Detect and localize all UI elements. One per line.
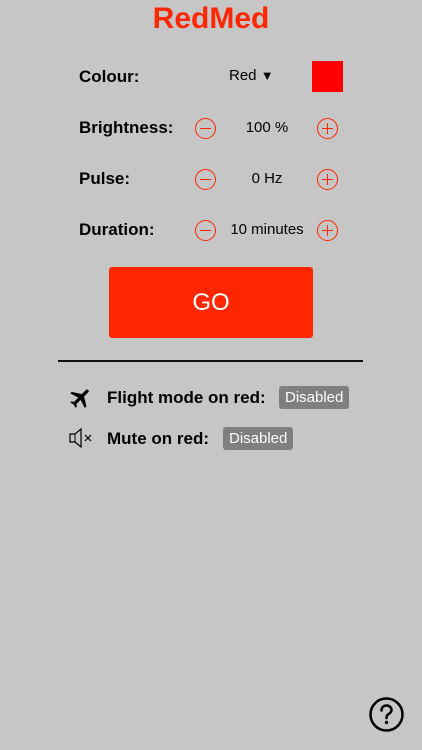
minus-icon <box>200 179 211 181</box>
colour-label: Colour: <box>79 67 140 86</box>
pulse-value: 0 Hz <box>251 170 283 187</box>
flight-mode-status-badge[interactable]: Disabled <box>279 386 350 409</box>
airplane-icon <box>68 385 94 416</box>
question-circle-icon <box>369 697 404 732</box>
colour-swatch <box>312 61 343 92</box>
dropdown-arrow-icon: ▼ <box>260 68 274 83</box>
go-button[interactable]: GO <box>109 267 313 338</box>
flight-mode-label: Flight mode on red: <box>107 388 266 407</box>
mute-label: Mute on red: <box>107 429 209 448</box>
brightness-value: 100 % <box>245 119 289 136</box>
colour-value: Red <box>229 67 257 84</box>
duration-increase-button[interactable] <box>317 220 338 241</box>
app-title: RedMed <box>152 2 270 35</box>
minus-icon <box>200 230 211 232</box>
pulse-label: Pulse: <box>79 169 131 188</box>
colour-dropdown[interactable]: Red ▼ <box>229 67 274 84</box>
pulse-decrease-button[interactable] <box>195 169 216 190</box>
duration-value: 10 minutes <box>230 221 304 238</box>
duration-decrease-button[interactable] <box>195 220 216 241</box>
brightness-label: Brightness: <box>79 118 174 137</box>
mute-status-badge[interactable]: Disabled <box>223 427 294 450</box>
minus-icon <box>200 128 211 130</box>
speaker-muted-icon <box>68 427 96 454</box>
help-button[interactable] <box>369 697 404 732</box>
duration-label: Duration: <box>79 220 155 239</box>
brightness-increase-button[interactable] <box>317 118 338 139</box>
divider <box>58 360 363 362</box>
brightness-decrease-button[interactable] <box>195 118 216 139</box>
pulse-increase-button[interactable] <box>317 169 338 190</box>
